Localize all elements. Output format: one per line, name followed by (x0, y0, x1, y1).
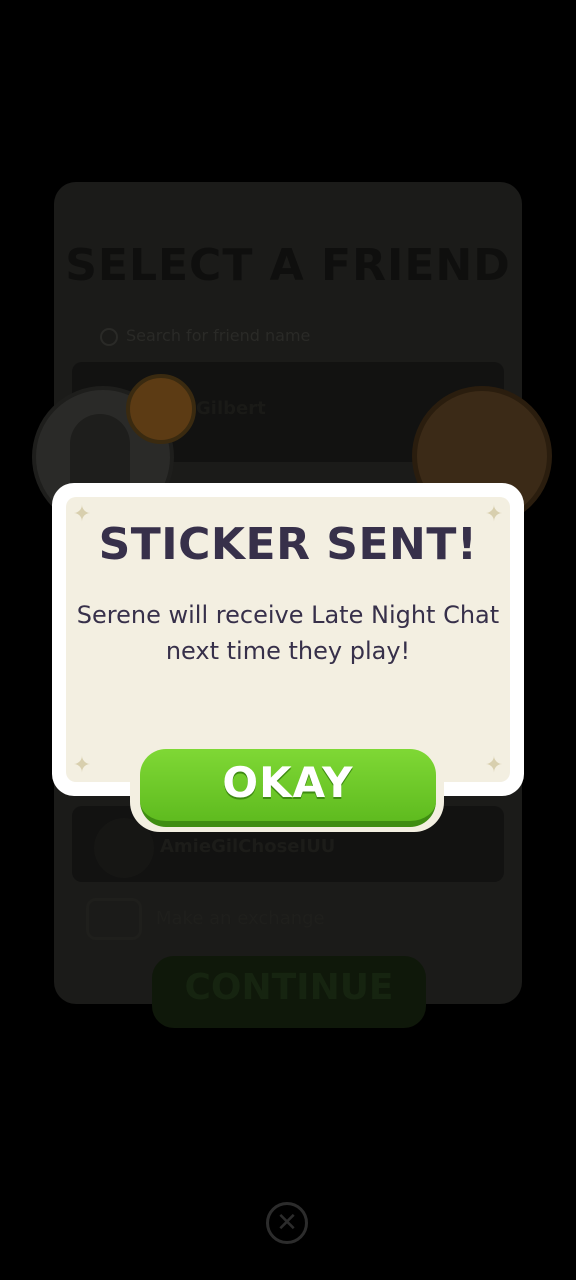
search-placeholder: Search for friend name (126, 326, 311, 345)
friend-name: Gilbert (196, 398, 266, 419)
dialog-message: Serene will receive Late Night Chat next… (76, 601, 500, 665)
exchange-option: Make an exchange (86, 898, 325, 940)
dialog-title: STICKER SENT! (98, 519, 478, 570)
exchange-label: Make an exchange (156, 908, 325, 929)
background-title: SELECT A FRIEND (65, 240, 511, 291)
background-search-field: Search for friend name (84, 320, 492, 352)
close-icon[interactable]: ✕ (266, 1202, 308, 1244)
corner-ornament-icon: ✦ (484, 753, 504, 778)
continue-button: CONTINUE (152, 956, 426, 1028)
friend-name-2: AmieGilChoseIUU (160, 836, 336, 857)
search-icon (100, 327, 118, 346)
smiley-badge-icon (126, 374, 196, 444)
corner-ornament-icon: ✦ (72, 753, 92, 778)
okay-button[interactable]: OKAY (140, 749, 436, 827)
exchange-icon (86, 898, 142, 940)
